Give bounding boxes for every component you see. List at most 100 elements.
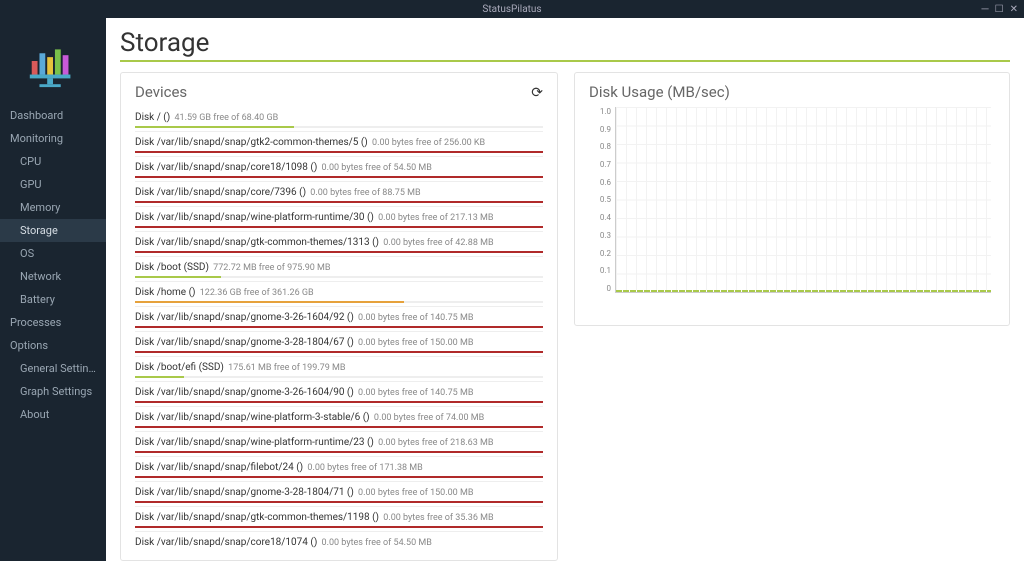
device-free-text: 0.00 bytes free of 35.36 MB xyxy=(381,513,494,523)
device-free-text: 0.00 bytes free of 74.00 MB xyxy=(372,413,485,423)
minimize-icon[interactable]: ─ xyxy=(982,4,989,15)
y-tick-label: 0.7 xyxy=(589,160,611,169)
device-usage-bar xyxy=(135,276,543,278)
device-usage-bar xyxy=(135,426,543,428)
device-usage-fill xyxy=(135,451,543,453)
device-usage-bar xyxy=(135,401,543,403)
device-usage-fill xyxy=(135,151,543,153)
device-label: Disk / () xyxy=(135,112,170,123)
device-usage-bar xyxy=(135,126,543,128)
device-row: Disk /var/lib/snapd/snap/gtk2-common-the… xyxy=(135,131,543,156)
y-tick-label: 0.1 xyxy=(589,266,611,275)
device-usage-bar xyxy=(135,201,543,203)
device-label: Disk /var/lib/snapd/snap/gtk-common-them… xyxy=(135,237,379,248)
app-logo xyxy=(0,18,106,104)
device-row: Disk /var/lib/snapd/snap/filebot/24 () 0… xyxy=(135,456,543,481)
device-row: Disk / () 41.59 GB free of 68.40 GB xyxy=(135,107,543,131)
device-usage-fill xyxy=(135,376,184,378)
device-free-text: 122.36 GB free of 361.26 GB xyxy=(198,288,314,298)
device-usage-fill xyxy=(135,176,543,178)
device-usage-bar xyxy=(135,326,543,328)
sidebar-item-network[interactable]: Network xyxy=(0,265,106,288)
device-row: Disk /var/lib/snapd/snap/core18/1074 () … xyxy=(135,531,543,550)
device-row: Disk /boot/efi (SSD) 175.61 MB free of 1… xyxy=(135,356,543,381)
sidebar-item-cpu[interactable]: CPU xyxy=(0,150,106,173)
device-free-text: 0.00 bytes free of 42.88 MB xyxy=(381,238,494,248)
device-row: Disk /var/lib/snapd/snap/core18/1098 () … xyxy=(135,156,543,181)
device-row: Disk /boot (SSD) 772.72 MB free of 975.9… xyxy=(135,256,543,281)
sidebar-item-about[interactable]: About xyxy=(0,403,106,426)
device-free-text: 41.59 GB free of 68.40 GB xyxy=(172,113,278,123)
page-title: Storage xyxy=(120,28,1010,58)
device-row: Disk /var/lib/snapd/snap/gnome-3-28-1804… xyxy=(135,331,543,356)
device-free-text: 0.00 bytes free of 54.50 MB xyxy=(319,538,432,548)
title-separator xyxy=(120,60,1010,62)
device-label: Disk /boot/efi (SSD) xyxy=(135,362,224,373)
device-row: Disk /var/lib/snapd/snap/gtk-common-them… xyxy=(135,506,543,531)
device-label: Disk /var/lib/snapd/snap/gnome-3-26-1604… xyxy=(135,312,354,323)
device-free-text: 0.00 bytes free of 171.38 MB xyxy=(305,463,423,473)
devices-card: Devices ⟳ Disk / () 41.59 GB free of 68.… xyxy=(120,72,558,561)
device-usage-fill xyxy=(135,401,543,403)
chart-title: Disk Usage (MB/sec) xyxy=(589,83,995,101)
refresh-icon: ⟳ xyxy=(531,84,543,100)
y-tick-label: 0 xyxy=(589,284,611,293)
sidebar-item-storage[interactable]: Storage xyxy=(0,219,106,242)
sidebar-item-graph-settings[interactable]: Graph Settings xyxy=(0,380,106,403)
device-usage-fill xyxy=(135,326,543,328)
device-usage-fill xyxy=(135,276,221,278)
device-list[interactable]: Disk / () 41.59 GB free of 68.40 GBDisk … xyxy=(135,107,543,550)
y-tick-label: 0.5 xyxy=(589,195,611,204)
sidebar-item-dashboard[interactable]: Dashboard xyxy=(0,104,106,127)
device-label: Disk /var/lib/snapd/snap/wine-platform-r… xyxy=(135,212,374,223)
window-titlebar: StatusPilatus ─ ☐ ✕ xyxy=(0,0,1024,18)
device-usage-bar xyxy=(135,176,543,178)
device-label: Disk /boot (SSD) xyxy=(135,262,209,273)
device-usage-fill xyxy=(135,301,404,303)
sidebar-item-os[interactable]: OS xyxy=(0,242,106,265)
device-usage-bar xyxy=(135,151,543,153)
sidebar-item-battery[interactable]: Battery xyxy=(0,288,106,311)
device-usage-bar xyxy=(135,351,543,353)
device-free-text: 0.00 bytes free of 217.13 MB xyxy=(376,213,494,223)
device-free-text: 0.00 bytes free of 256.00 KB xyxy=(370,138,485,148)
chart-plot xyxy=(615,107,991,293)
refresh-button[interactable]: ⟳ xyxy=(531,84,543,101)
device-usage-bar xyxy=(135,476,543,478)
device-row: Disk /var/lib/snapd/snap/gnome-3-26-1604… xyxy=(135,306,543,331)
chart-y-axis: 1.00.90.80.70.60.50.40.30.20.10 xyxy=(589,107,611,293)
device-row: Disk /var/lib/snapd/snap/wine-platform-3… xyxy=(135,406,543,431)
device-free-text: 0.00 bytes free of 150.00 MB xyxy=(356,488,474,498)
sidebar-item-memory[interactable]: Memory xyxy=(0,196,106,219)
device-label: Disk /var/lib/snapd/snap/core/7396 () xyxy=(135,187,306,198)
device-label: Disk /var/lib/snapd/snap/wine-platform-3… xyxy=(135,412,370,423)
close-icon[interactable]: ✕ xyxy=(1010,4,1018,15)
device-free-text: 0.00 bytes free of 54.50 MB xyxy=(319,163,432,173)
device-row: Disk /var/lib/snapd/snap/core/7396 () 0.… xyxy=(135,181,543,206)
sidebar-item-gpu[interactable]: GPU xyxy=(0,173,106,196)
device-label: Disk /var/lib/snapd/snap/gnome-3-26-1604… xyxy=(135,387,354,398)
y-tick-label: 0.6 xyxy=(589,178,611,187)
device-usage-fill xyxy=(135,426,543,428)
sidebar-item-options[interactable]: Options xyxy=(0,334,106,357)
y-tick-label: 1.0 xyxy=(589,107,611,116)
sidebar-item-monitoring[interactable]: Monitoring xyxy=(0,127,106,150)
device-free-text: 0.00 bytes free of 88.75 MB xyxy=(308,188,421,198)
chart-series-line xyxy=(616,290,991,292)
y-tick-label: 0.2 xyxy=(589,249,611,258)
device-row: Disk /var/lib/snapd/snap/gtk-common-them… xyxy=(135,231,543,256)
device-label: Disk /var/lib/snapd/snap/gtk2-common-the… xyxy=(135,137,368,148)
device-free-text: 772.72 MB free of 975.90 MB xyxy=(211,263,331,273)
device-usage-bar xyxy=(135,526,543,528)
sidebar: Dashboard Monitoring CPU GPU Memory Stor… xyxy=(0,18,106,561)
device-usage-fill xyxy=(135,476,543,478)
device-label: Disk /var/lib/snapd/snap/filebot/24 () xyxy=(135,462,303,473)
device-usage-bar xyxy=(135,301,543,303)
sidebar-item-general-settings[interactable]: General Settings xyxy=(0,357,106,380)
maximize-icon[interactable]: ☐ xyxy=(995,4,1004,15)
chart-card: Disk Usage (MB/sec) 1.00.90.80.70.60.50.… xyxy=(574,72,1010,326)
device-row: Disk /home () 122.36 GB free of 361.26 G… xyxy=(135,281,543,306)
device-free-text: 0.00 bytes free of 218.63 MB xyxy=(376,438,494,448)
device-label: Disk /var/lib/snapd/snap/core18/1074 () xyxy=(135,537,317,548)
sidebar-item-processes[interactable]: Processes xyxy=(0,311,106,334)
